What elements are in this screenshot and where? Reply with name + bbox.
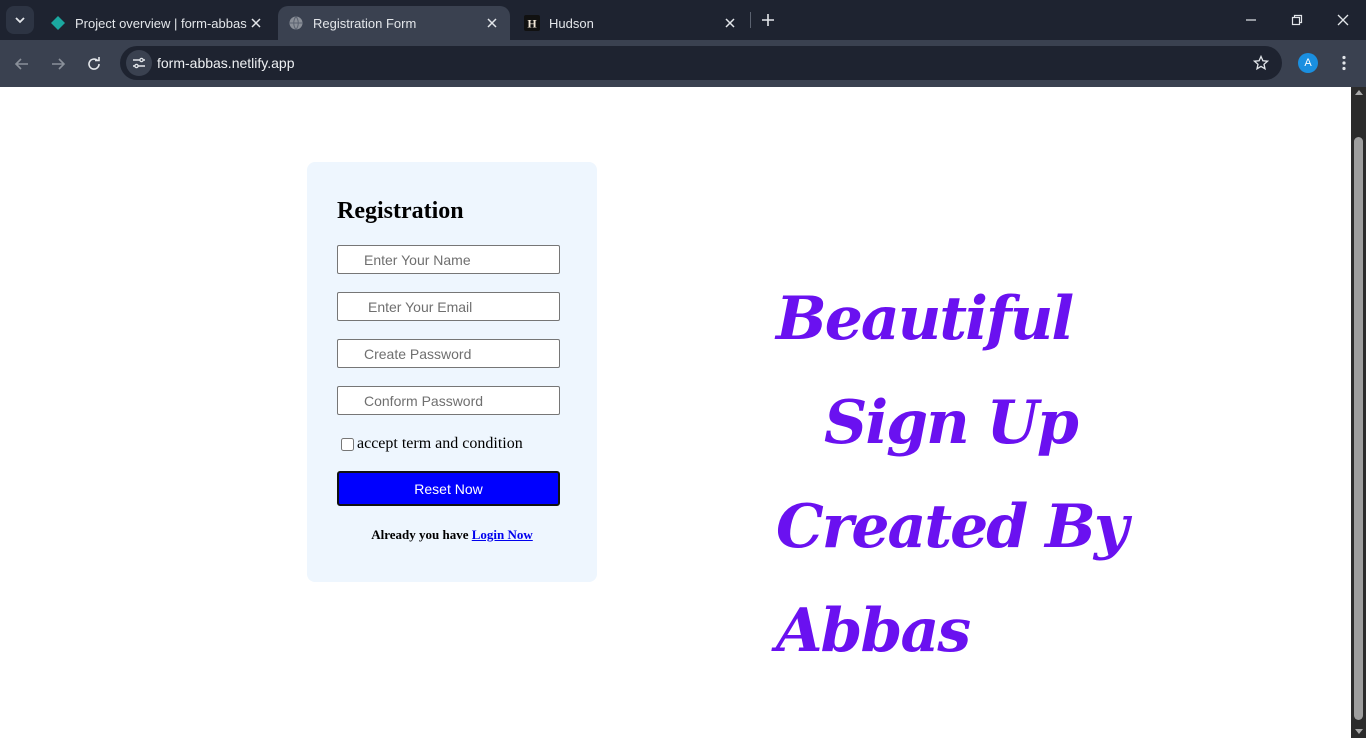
- tab-separator: [750, 12, 751, 28]
- close-window-button[interactable]: [1320, 0, 1366, 40]
- tab-title: Registration Form: [313, 15, 417, 31]
- back-button[interactable]: [9, 51, 35, 77]
- reset-now-button[interactable]: Reset Now: [337, 471, 560, 506]
- tab-title: Hudson: [549, 15, 594, 31]
- login-now-link[interactable]: Login Now: [472, 527, 533, 542]
- close-tab-icon[interactable]: [484, 15, 500, 31]
- minimize-icon: [1246, 19, 1256, 21]
- more-vertical-icon: [1342, 55, 1346, 71]
- browser-toolbar: form-abbas.netlify.app A: [0, 40, 1366, 87]
- tab-hudson[interactable]: H Hudson: [514, 6, 748, 40]
- close-tab-icon[interactable]: [722, 15, 738, 31]
- globe-icon: [288, 15, 304, 31]
- page-viewport: Registration accept term and condition R…: [0, 87, 1351, 738]
- hudson-h-icon: H: [524, 15, 540, 31]
- hero-line-4: Abbas: [776, 596, 971, 666]
- confirm-password-input[interactable]: [337, 386, 560, 415]
- create-password-input[interactable]: [337, 339, 560, 368]
- svg-text:H: H: [527, 17, 537, 31]
- email-input[interactable]: [337, 292, 560, 321]
- tune-icon: [133, 57, 145, 69]
- restore-button[interactable]: [1274, 0, 1320, 40]
- hero-line-3: Created By: [776, 492, 1129, 562]
- scroll-up-arrow-icon[interactable]: [1355, 90, 1363, 95]
- restore-icon: [1291, 14, 1303, 26]
- tab-search-button[interactable]: [6, 6, 34, 34]
- tab-project-overview[interactable]: Project overview | form-abbas |: [40, 6, 274, 40]
- close-icon: [1337, 14, 1349, 26]
- profile-avatar[interactable]: A: [1298, 53, 1318, 73]
- reload-button[interactable]: [81, 51, 107, 77]
- login-prompt: Already you have Login Now: [307, 527, 597, 543]
- scrollbar-thumb[interactable]: [1354, 137, 1363, 720]
- hero-text: Beautiful Sign Up Created By Abbas: [776, 267, 1129, 683]
- arrow-left-icon: [14, 58, 28, 70]
- plus-icon: [762, 14, 774, 26]
- site-info-button[interactable]: [126, 50, 152, 76]
- scroll-down-arrow-icon[interactable]: [1355, 729, 1363, 734]
- star-icon: [1253, 55, 1269, 71]
- minimize-button[interactable]: [1228, 0, 1274, 40]
- address-bar[interactable]: form-abbas.netlify.app: [120, 46, 1282, 80]
- hero-line-1: Beautiful: [776, 284, 1074, 354]
- close-tab-icon[interactable]: [248, 15, 264, 31]
- new-tab-button[interactable]: [758, 10, 778, 30]
- registration-card: Registration accept term and condition R…: [307, 162, 597, 582]
- tab-registration-form[interactable]: Registration Form: [278, 6, 510, 40]
- bookmark-button[interactable]: [1252, 54, 1270, 72]
- login-prompt-text: Already you have: [371, 527, 469, 542]
- page-scrollbar[interactable]: [1351, 87, 1366, 738]
- netlify-diamond-icon: [50, 15, 66, 31]
- browser-tab-strip: Project overview | form-abbas | Registra…: [0, 0, 1366, 40]
- url-text[interactable]: form-abbas.netlify.app: [157, 55, 294, 71]
- form-heading: Registration: [337, 198, 464, 224]
- terms-checkbox[interactable]: [341, 437, 354, 451]
- terms-checkbox-row[interactable]: accept term and condition: [341, 435, 523, 453]
- terms-label: accept term and condition: [357, 435, 523, 452]
- browser-menu-button[interactable]: [1334, 53, 1354, 73]
- arrow-right-icon: [52, 58, 66, 70]
- hero-line-2: Sign Up: [824, 388, 1079, 458]
- forward-button[interactable]: [45, 51, 71, 77]
- reload-icon: [88, 57, 100, 70]
- tab-title: Project overview | form-abbas |: [75, 15, 248, 31]
- chevron-down-icon: [15, 17, 25, 24]
- name-input[interactable]: [337, 245, 560, 274]
